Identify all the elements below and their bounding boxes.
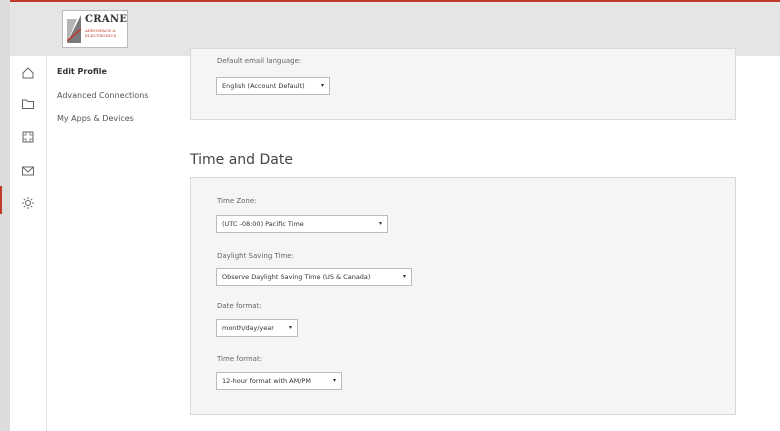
- gear-icon[interactable]: [21, 196, 35, 210]
- window-left-border: [0, 0, 10, 431]
- date-format-label: Date format:: [217, 302, 262, 310]
- logo-name: CRANE: [85, 14, 128, 25]
- date-format-value: month/day/year: [222, 324, 274, 332]
- icon-rail: [10, 56, 47, 431]
- time-zone-label: Time Zone:: [217, 197, 257, 205]
- email-language-select[interactable]: English (Account Default) ▾: [216, 77, 330, 95]
- logo-subtitle: AEROSPACE & ELECTRONICS: [85, 28, 127, 38]
- subnav-item-my-apps-devices[interactable]: My Apps & Devices: [57, 114, 134, 123]
- time-and-date-heading: Time and Date: [190, 152, 293, 168]
- time-format-value: 12-hour format with AM/PM: [222, 377, 311, 385]
- daylight-saving-label: Daylight Saving Time:: [217, 252, 294, 260]
- time-format-label: Time format:: [217, 355, 263, 363]
- daylight-saving-select[interactable]: Observe Daylight Saving Time (US & Canad…: [216, 268, 412, 286]
- folder-icon[interactable]: [21, 97, 35, 111]
- email-language-panel: Default email language: English (Account…: [190, 48, 736, 120]
- mail-icon[interactable]: [21, 164, 35, 178]
- email-language-label: Default email language:: [217, 57, 302, 65]
- home-icon[interactable]: [21, 66, 35, 80]
- chevron-down-icon: ▾: [320, 82, 324, 89]
- time-zone-select[interactable]: (UTC -08:00) Pacific Time ▾: [216, 215, 388, 233]
- time-and-date-panel: Time Zone: (UTC -08:00) Pacific Time ▾ D…: [190, 177, 736, 415]
- daylight-saving-value: Observe Daylight Saving Time (US & Canad…: [222, 273, 371, 281]
- subnav-item-advanced-connections[interactable]: Advanced Connections: [57, 91, 149, 100]
- time-zone-value: (UTC -08:00) Pacific Time: [222, 220, 304, 228]
- email-language-value: English (Account Default): [222, 82, 305, 90]
- chevron-down-icon: ▾: [402, 273, 406, 280]
- crane-logo[interactable]: CRANE AEROSPACE & ELECTRONICS: [62, 10, 128, 48]
- crane-logo-mark-icon: [67, 15, 81, 43]
- time-format-select[interactable]: 12-hour format with AM/PM ▾: [216, 372, 342, 390]
- chevron-down-icon: ▾: [332, 377, 336, 384]
- subnav-item-edit-profile[interactable]: Edit Profile: [57, 67, 107, 76]
- active-rail-indicator: [0, 186, 2, 214]
- date-format-select[interactable]: month/day/year ▾: [216, 319, 298, 337]
- frame-icon[interactable]: [21, 130, 35, 144]
- chevron-down-icon: ▾: [378, 220, 382, 227]
- chevron-down-icon: ▾: [288, 324, 292, 331]
- logo-subtitle-line2: ELECTRONICS: [85, 33, 117, 38]
